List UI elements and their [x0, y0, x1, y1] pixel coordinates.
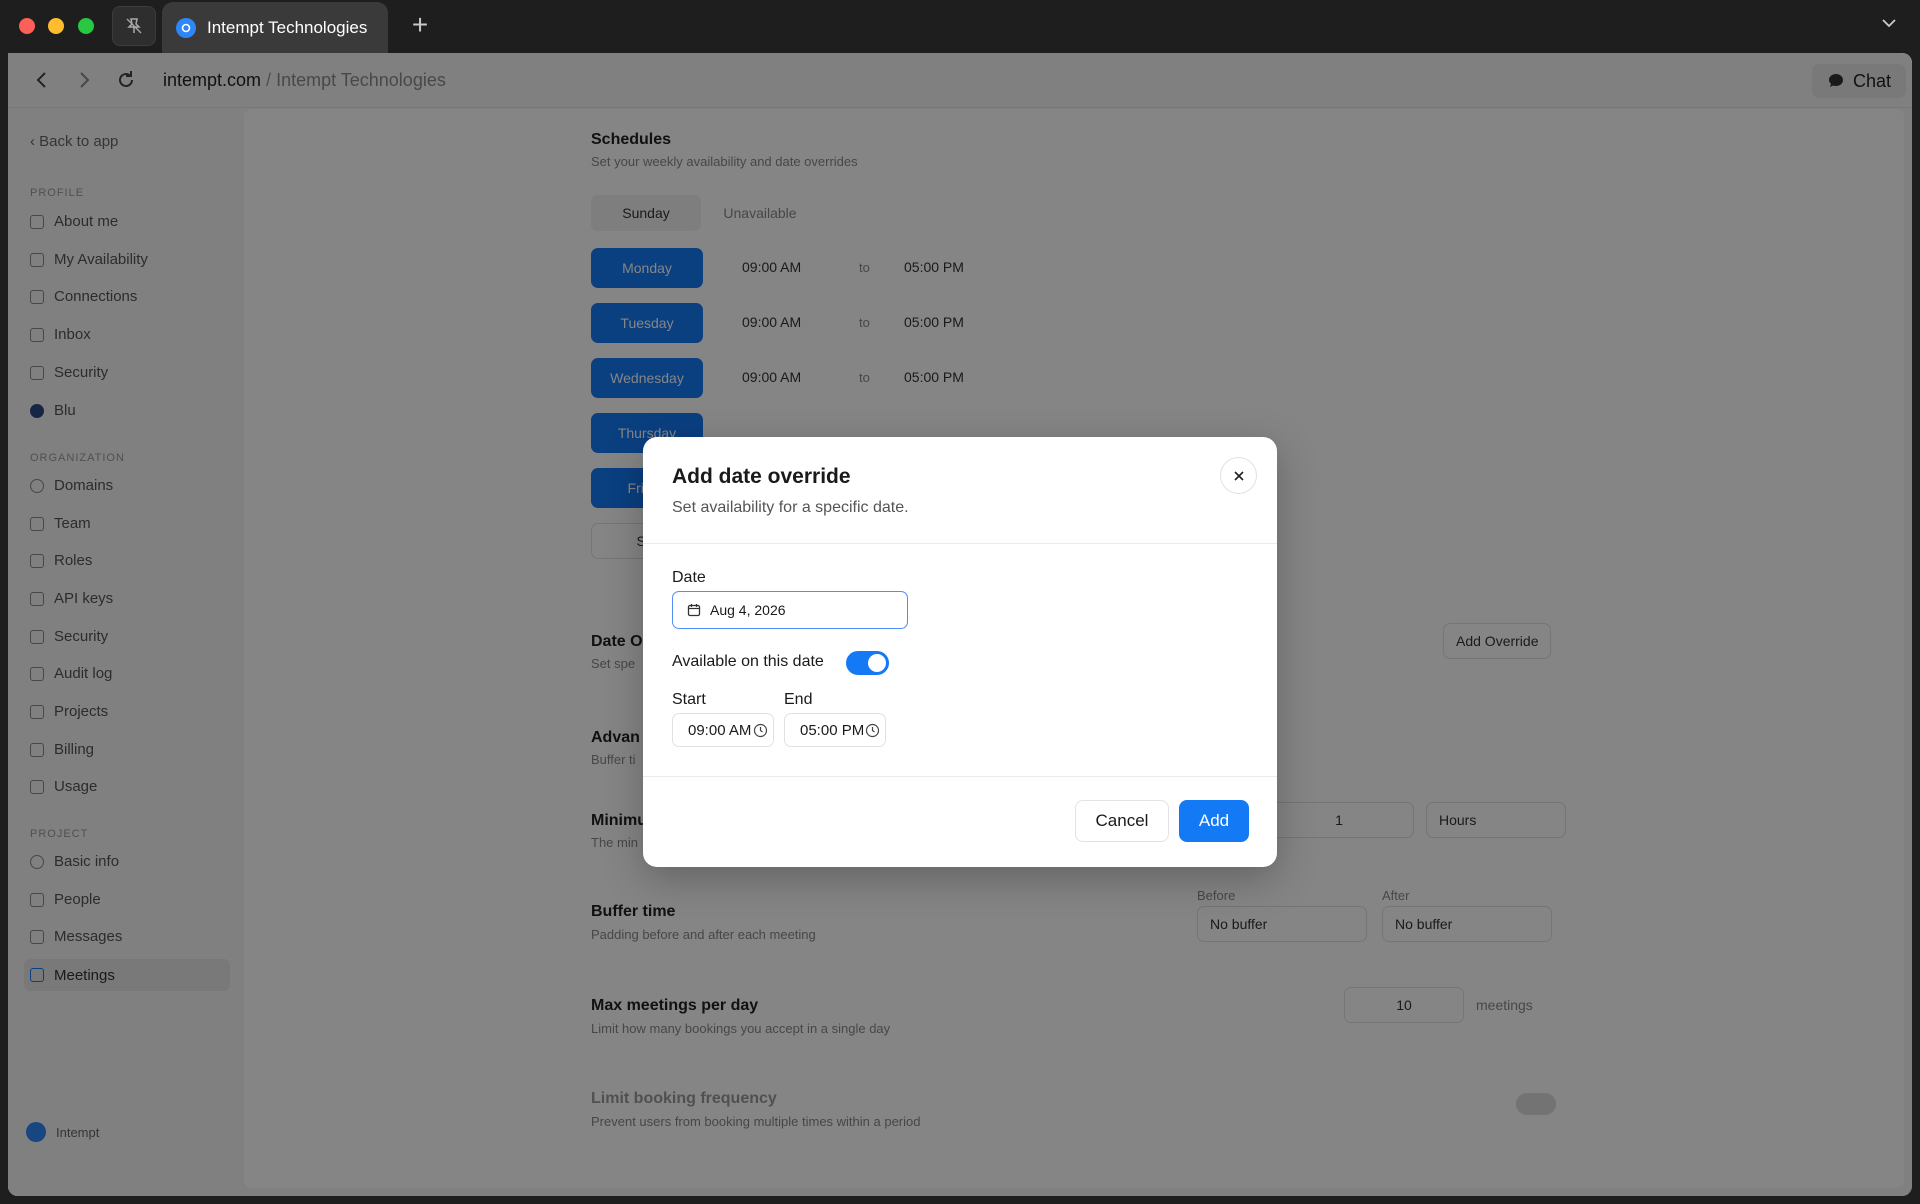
dialog-title: Add date override	[672, 465, 851, 488]
pin-icon[interactable]	[112, 6, 156, 46]
dialog-header-divider	[643, 543, 1277, 544]
date-label: Date	[672, 569, 706, 586]
intempt-logo-icon	[176, 17, 196, 38]
cancel-button[interactable]: Cancel	[1075, 800, 1169, 842]
start-time-input[interactable]: 09:00 AM	[672, 713, 774, 747]
browser-tab-active[interactable]: Intempt Technologies	[162, 2, 388, 53]
tab-title: Intempt Technologies	[207, 17, 368, 37]
start-label: Start	[672, 691, 706, 708]
start-time-value: 09:00 AM	[688, 721, 752, 739]
calendar-icon	[687, 604, 701, 617]
clock-icon	[753, 723, 768, 738]
chevron-down-icon[interactable]	[1880, 14, 1898, 37]
end-time-input[interactable]: 05:00 PM	[784, 713, 886, 747]
new-tab-button[interactable]: +	[404, 10, 436, 42]
close-window-button[interactable]	[19, 18, 35, 34]
close-dialog-button[interactable]	[1220, 457, 1257, 494]
maximize-window-button[interactable]	[78, 18, 94, 34]
date-value: Aug 4, 2026	[710, 602, 786, 618]
add-date-override-dialog: Add date override Set availability for a…	[643, 437, 1277, 867]
browser-titlebar: Intempt Technologies +	[0, 0, 1920, 53]
toggle-knob	[868, 654, 886, 672]
end-time-value: 05:00 PM	[800, 721, 865, 739]
dialog-subtitle: Set availability for a specific date.	[672, 499, 909, 516]
date-picker-input[interactable]: Aug 4, 2026	[672, 591, 908, 629]
end-label: End	[784, 691, 813, 708]
minimize-window-button[interactable]	[48, 18, 64, 34]
dialog-footer-divider	[643, 776, 1277, 777]
close-icon	[1233, 470, 1244, 481]
add-button[interactable]: Add	[1179, 800, 1249, 842]
available-on-date-label: Available on this date	[672, 653, 824, 670]
clock-icon	[865, 723, 880, 738]
available-on-date-toggle[interactable]	[846, 651, 889, 675]
